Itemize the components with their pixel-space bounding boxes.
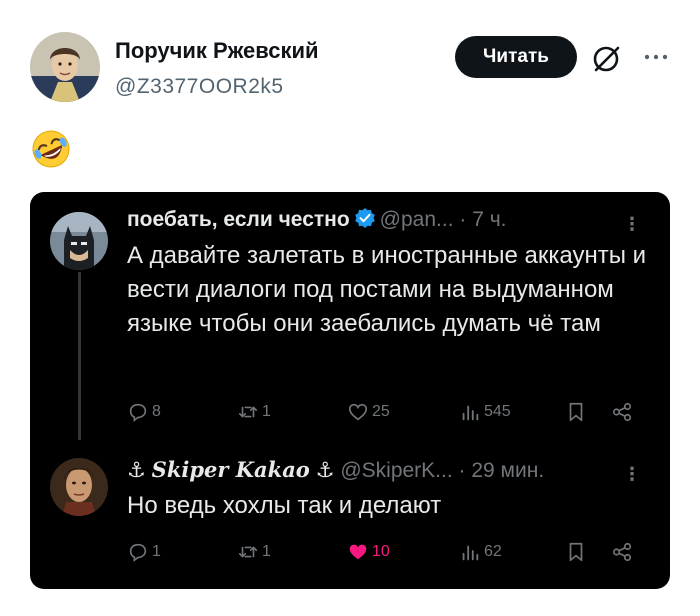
- views-count: 62: [484, 543, 502, 560]
- views-button[interactable]: 545: [459, 399, 511, 425]
- author-handle[interactable]: @Z3377OOR2k5: [115, 75, 284, 99]
- share-icon: [612, 542, 632, 562]
- grok-icon[interactable]: [591, 42, 623, 74]
- tweet-author-name[interactable]: поебать, если честно: [127, 208, 350, 231]
- follow-button[interactable]: Читать: [455, 36, 577, 78]
- reply-count: 8: [152, 403, 161, 420]
- reply-count: 1: [152, 543, 161, 560]
- verified-badge-icon: [354, 208, 375, 228]
- heart-icon: [348, 403, 368, 421]
- author-name[interactable]: Поручик Ржевский: [115, 38, 319, 64]
- more-options-icon[interactable]: [641, 42, 671, 72]
- repost-count: 1: [262, 543, 271, 560]
- views-chart-icon: [462, 405, 479, 421]
- repost-icon: [238, 406, 258, 418]
- tweet-handle[interactable]: @SkiperK...: [340, 459, 452, 482]
- quoted-screenshot[interactable]: поебать, если честно @pan... · 7 ч. ⋮ А …: [30, 192, 670, 589]
- repost-icon: [238, 546, 258, 558]
- like-count: 25: [372, 403, 390, 420]
- post-header: Поручик Ржевский @Z3377OOR2k5 Читать: [0, 0, 700, 110]
- tweet-text: Но ведь хохлы так и делают: [127, 492, 442, 519]
- share-button[interactable]: [611, 399, 636, 425]
- tweet-avatar[interactable]: [50, 212, 108, 270]
- bookmark-icon: [569, 542, 583, 562]
- repost-button[interactable]: 1: [237, 399, 271, 425]
- like-button[interactable]: 25: [347, 399, 390, 425]
- reply-icon: [129, 403, 147, 422]
- repost-count: 1: [262, 403, 271, 420]
- tweet-header: ⚓ Skiper Kakao ⚓ @SkiperK... · 29 мин.: [127, 457, 544, 483]
- views-count: 545: [484, 403, 511, 420]
- tweet-avatar[interactable]: [50, 458, 108, 516]
- tweet-time[interactable]: · 7 ч.: [459, 208, 506, 231]
- reply-icon: [129, 543, 147, 562]
- anchor-icon: ⚓: [315, 459, 335, 482]
- tweet-more-icon[interactable]: ⋮: [623, 214, 641, 235]
- author-avatar[interactable]: [30, 32, 100, 102]
- heart-filled-icon: [349, 544, 367, 560]
- reply-button[interactable]: 8: [127, 399, 161, 425]
- thread-line: [78, 272, 81, 440]
- rolling-laughing-emoji-icon: [32, 130, 70, 168]
- share-button[interactable]: [611, 539, 636, 565]
- repost-button[interactable]: 1: [237, 539, 271, 565]
- reply-button[interactable]: 1: [127, 539, 161, 565]
- tweet-author-name[interactable]: Skiper Kakao: [152, 457, 310, 482]
- anchor-icon: ⚓: [127, 459, 146, 482]
- tweet-header: поебать, если честно @pan... · 7 ч.: [127, 207, 507, 232]
- share-icon: [612, 402, 632, 422]
- views-button[interactable]: 62: [459, 539, 502, 565]
- bookmark-button[interactable]: [565, 539, 590, 565]
- bookmark-button[interactable]: [565, 399, 590, 425]
- tweet-actions: 1 1 10 62: [127, 539, 647, 565]
- bookmark-icon: [569, 402, 583, 422]
- tweet-more-icon[interactable]: ⋮: [623, 464, 641, 485]
- tweet-time[interactable]: · 29 мин.: [459, 459, 545, 482]
- like-count: 10: [372, 543, 390, 560]
- tweet-actions: 8 1 25 545: [127, 399, 647, 425]
- tweet-text: А давайте залетать в иностранные аккаунт…: [127, 242, 647, 337]
- views-chart-icon: [462, 545, 479, 561]
- tweet-handle[interactable]: @pan...: [380, 208, 454, 231]
- like-button[interactable]: 10: [347, 539, 390, 565]
